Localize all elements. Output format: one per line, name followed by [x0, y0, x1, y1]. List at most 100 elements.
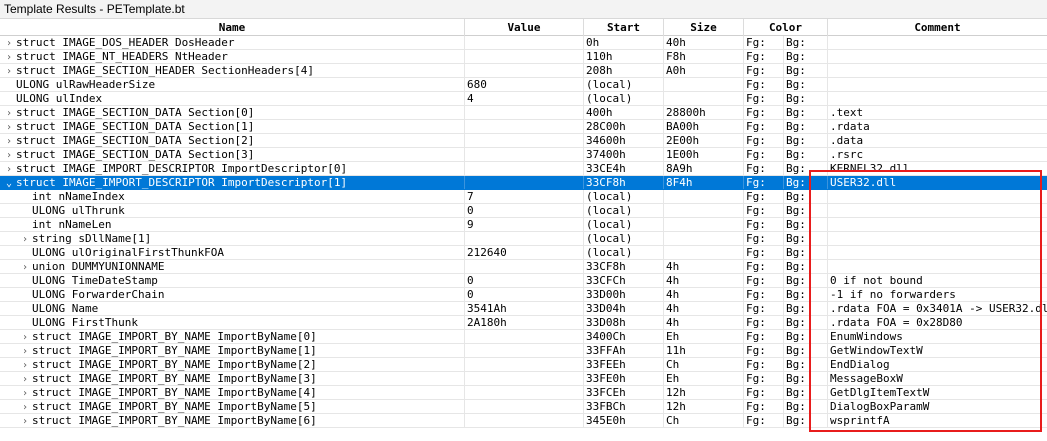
- tree-row[interactable]: ULONG TimeDateStamp 0 33CFCh 4h Fg: Bg: 0 if n…: [0, 274, 1047, 288]
- name-text: union DUMMYUNIONNAME: [32, 260, 165, 273]
- chevron-right-icon[interactable]: ›: [4, 163, 14, 175]
- comment-cell: .text: [830, 106, 864, 119]
- chevron-right-icon[interactable]: ›: [4, 121, 14, 133]
- chevron-right-icon[interactable]: ›: [4, 65, 14, 77]
- tree-row[interactable]: › struct IMAGE_SECTION_DATA Section[3] 374…: [0, 148, 1047, 162]
- column-header-start[interactable]: Start: [584, 19, 664, 36]
- start-cell: (local): [584, 218, 664, 231]
- comment-cell: .rdata FOA = 0x3401A -> USER32.dll: [830, 302, 1047, 315]
- value-cell: 7: [465, 190, 584, 203]
- tree-row[interactable]: › struct IMAGE_NT_HEADERS NtHeader 110h F8h…: [0, 50, 1047, 64]
- tree-row[interactable]: int nNameIndex 7 (local) Fg: Bg:: [0, 190, 1047, 204]
- chevron-right-icon[interactable]: ›: [20, 359, 30, 371]
- template-results-tree[interactable]: › struct IMAGE_DOS_HEADER DosHeader 0h 40h F…: [0, 36, 1047, 428]
- chevron-right-icon[interactable]: ›: [4, 149, 14, 161]
- tree-row[interactable]: › struct IMAGE_SECTION_DATA Section[1] 28C…: [0, 120, 1047, 134]
- chevron-right-icon[interactable]: ›: [20, 261, 30, 273]
- tree-row[interactable]: › struct IMAGE_DOS_HEADER DosHeader 0h 40h F…: [0, 36, 1047, 50]
- tree-row[interactable]: › struct IMAGE_IMPORT_BY_NAME ImportByNam…: [0, 400, 1047, 414]
- size-cell: [664, 218, 744, 231]
- name-cell: ULONG ForwarderChain: [0, 288, 465, 301]
- name-text: ULONG ForwarderChain: [32, 288, 165, 301]
- tree-row[interactable]: › struct IMAGE_SECTION_HEADER SectionHead…: [0, 64, 1047, 78]
- tree-row[interactable]: › struct IMAGE_SECTION_DATA Section[0] 400…: [0, 106, 1047, 120]
- value-cell: [465, 64, 584, 77]
- size-cell: 4h: [664, 302, 744, 315]
- tree-row[interactable]: › struct IMAGE_IMPORT_BY_NAME ImportByNam…: [0, 372, 1047, 386]
- bg-color-cell: Bg:: [784, 106, 828, 119]
- name-cell: ULONG ulOriginalFirstThunkFOA: [0, 246, 465, 259]
- chevron-right-icon[interactable]: ›: [20, 415, 30, 427]
- comment-cell: [828, 64, 1047, 77]
- fg-color-cell: Fg:: [744, 120, 784, 133]
- chevron-right-icon[interactable]: ›: [4, 107, 14, 119]
- size-cell: Eh: [664, 372, 744, 385]
- fg-color-cell: Fg:: [744, 218, 784, 231]
- comment-cell: .data: [830, 134, 864, 147]
- tree-row[interactable]: ⌄ struct IMAGE_IMPORT_DESCRIPTOR ImportDe…: [0, 176, 1047, 190]
- tree-row[interactable]: › struct IMAGE_SECTION_DATA Section[2] 346…: [0, 134, 1047, 148]
- tree-row[interactable]: › struct IMAGE_IMPORT_BY_NAME ImportByNam…: [0, 330, 1047, 344]
- size-cell: 12h: [664, 386, 744, 399]
- tree-row[interactable]: › struct IMAGE_IMPORT_BY_NAME ImportByNam…: [0, 344, 1047, 358]
- tree-row[interactable]: › struct IMAGE_IMPORT_DESCRIPTOR ImportDe…: [0, 162, 1047, 176]
- name-text: ULONG ulRawHeaderSize: [16, 78, 156, 91]
- bg-color-cell: Bg:: [784, 386, 828, 399]
- chevron-right-icon[interactable]: ›: [20, 373, 30, 385]
- chevron-right-icon[interactable]: ›: [20, 387, 30, 399]
- comment-cell: [828, 204, 1047, 217]
- column-header-comment[interactable]: Comment: [828, 19, 1047, 36]
- chevron-down-icon[interactable]: ⌄: [4, 177, 14, 189]
- comment-cell: [828, 246, 1047, 259]
- comment-cell: GetDlgItemTextW: [830, 386, 930, 399]
- start-cell: 33FE0h: [584, 372, 664, 385]
- name-text: struct IMAGE_NT_HEADERS NtHeader: [16, 50, 228, 63]
- name-text: int nNameLen: [32, 218, 112, 231]
- name-text: struct IMAGE_IMPORT_BY_NAME ImportByName…: [32, 386, 317, 399]
- comment-cell: GetWindowTextW: [830, 344, 923, 357]
- fg-color-cell: Fg:: [744, 190, 784, 203]
- name-text: ULONG ulOriginalFirstThunkFOA: [32, 246, 225, 259]
- name-cell: › struct IMAGE_IMPORT_BY_NAME ImportByNam…: [0, 344, 465, 357]
- comment-cell: DialogBoxParamW: [830, 400, 930, 413]
- column-header-name[interactable]: Name: [0, 19, 465, 36]
- chevron-right-icon[interactable]: ›: [20, 345, 30, 357]
- bg-color-cell: Bg:: [784, 50, 828, 63]
- tree-row[interactable]: ULONG ForwarderChain 0 33D00h 4h Fg: Bg: -1 if…: [0, 288, 1047, 302]
- value-cell: [465, 232, 584, 245]
- chevron-right-icon[interactable]: ›: [20, 233, 30, 245]
- tree-row[interactable]: › struct IMAGE_IMPORT_BY_NAME ImportByNam…: [0, 386, 1047, 400]
- column-header-value[interactable]: Value: [465, 19, 584, 36]
- comment-cell: [828, 36, 1047, 49]
- tree-row[interactable]: ULONG ulRawHeaderSize 680 (local) Fg: Bg:: [0, 78, 1047, 92]
- bg-color-cell: Bg:: [784, 64, 828, 77]
- tree-row[interactable]: › struct IMAGE_IMPORT_BY_NAME ImportByNam…: [0, 358, 1047, 372]
- start-cell: 33CE4h: [584, 162, 664, 175]
- chevron-right-icon[interactable]: ›: [4, 37, 14, 49]
- tree-row[interactable]: ULONG FirstThunk 2A180h 33D08h 4h Fg: Bg: .rda…: [0, 316, 1047, 330]
- value-cell: 0: [465, 288, 584, 301]
- tree-row[interactable]: › struct IMAGE_IMPORT_BY_NAME ImportByNam…: [0, 414, 1047, 428]
- tree-row[interactable]: int nNameLen 9 (local) Fg: Bg:: [0, 218, 1047, 232]
- tree-row[interactable]: ULONG Name 3541Ah 33D04h 4h Fg: Bg: .rdata FOA…: [0, 302, 1047, 316]
- start-cell: 33D08h: [584, 316, 664, 329]
- size-cell: 1E00h: [664, 148, 744, 161]
- tree-row[interactable]: ULONG ulOriginalFirstThunkFOA 212640 (loca…: [0, 246, 1047, 260]
- tree-row[interactable]: ULONG ulThrunk 0 (local) Fg: Bg:: [0, 204, 1047, 218]
- comment-cell: MessageBoxW: [830, 372, 903, 385]
- chevron-right-icon[interactable]: ›: [20, 401, 30, 413]
- size-cell: Ch: [664, 358, 744, 371]
- comment-cell: .rsrc: [830, 148, 864, 161]
- chevron-right-icon[interactable]: ›: [20, 331, 30, 343]
- tree-row[interactable]: › string sDllName[1] (local) Fg: Bg:: [0, 232, 1047, 246]
- tree-row[interactable]: › union DUMMYUNIONNAME 33CF8h 4h Fg: Bg:: [0, 260, 1047, 274]
- value-cell: 2A180h: [465, 316, 584, 329]
- chevron-right-icon[interactable]: ›: [4, 51, 14, 63]
- column-header-color[interactable]: Color: [744, 19, 828, 36]
- chevron-right-icon[interactable]: ›: [4, 135, 14, 147]
- tree-row[interactable]: ULONG ulIndex 4 (local) Fg: Bg:: [0, 92, 1047, 106]
- fg-color-cell: Fg:: [744, 78, 784, 91]
- fg-color-cell: Fg:: [744, 260, 784, 273]
- column-header-size[interactable]: Size: [664, 19, 744, 36]
- name-text: struct IMAGE_IMPORT_BY_NAME ImportByName…: [32, 400, 317, 413]
